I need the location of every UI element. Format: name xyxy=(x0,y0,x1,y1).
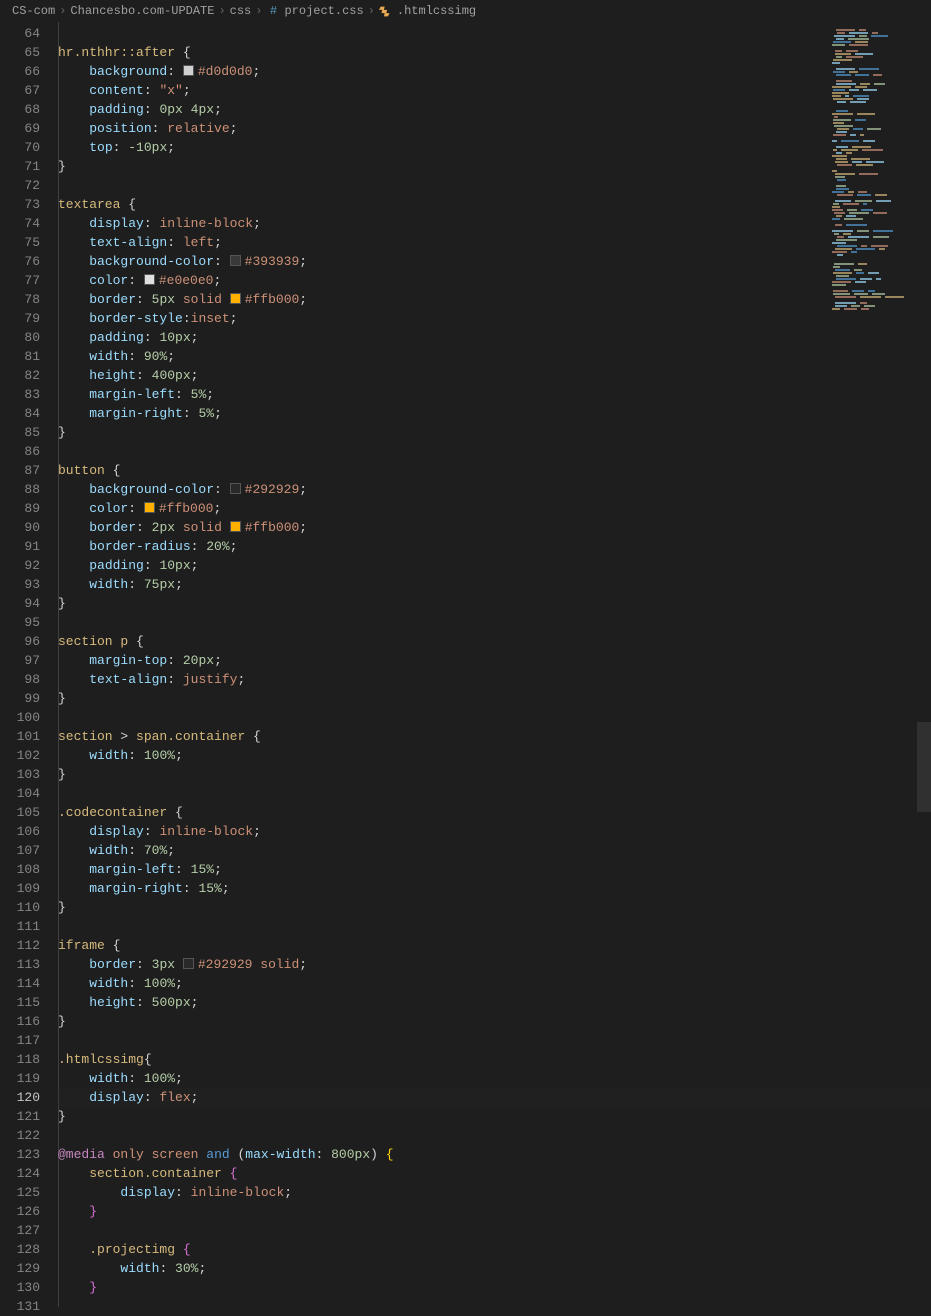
code-line[interactable]: display: inline-block; xyxy=(58,822,931,841)
chevron-right-icon: › xyxy=(368,4,375,18)
code-line[interactable]: width: 90%; xyxy=(58,347,931,366)
code-line[interactable] xyxy=(58,708,931,727)
breadcrumb-seg[interactable]: .htmlcssimg xyxy=(397,4,476,18)
code-line[interactable]: iframe { xyxy=(58,936,931,955)
code-line[interactable]: width: 75px; xyxy=(58,575,931,594)
code-line[interactable]: } xyxy=(58,1107,931,1126)
code-line[interactable]: margin-left: 15%; xyxy=(58,860,931,879)
code-line[interactable] xyxy=(58,24,931,43)
chevron-right-icon: › xyxy=(255,4,262,18)
code-line[interactable]: border: 5px solid #ffb000; xyxy=(58,290,931,309)
code-line[interactable]: display: flex; xyxy=(58,1088,931,1107)
code-line[interactable]: display: inline-block; xyxy=(58,214,931,233)
chevron-right-icon: › xyxy=(59,4,66,18)
code-line[interactable]: margin-right: 5%; xyxy=(58,404,931,423)
code-line[interactable]: padding: 10px; xyxy=(58,556,931,575)
code-line[interactable] xyxy=(58,1126,931,1145)
css-file-icon: # xyxy=(266,4,280,18)
code-line[interactable]: section > span.container { xyxy=(58,727,931,746)
code-line[interactable]: width: 100%; xyxy=(58,1069,931,1088)
code-line[interactable]: .htmlcssimg{ xyxy=(58,1050,931,1069)
code-line[interactable]: padding: 10px; xyxy=(58,328,931,347)
code-line[interactable]: width: 100%; xyxy=(58,974,931,993)
code-line[interactable]: margin-top: 20px; xyxy=(58,651,931,670)
code-line[interactable]: border: 3px #292929 solid; xyxy=(58,955,931,974)
code-line[interactable]: width: 100%; xyxy=(58,746,931,765)
code-line[interactable] xyxy=(58,1031,931,1050)
code-line[interactable]: section p { xyxy=(58,632,931,651)
code-line[interactable]: background-color: #292929; xyxy=(58,480,931,499)
code-line[interactable]: border: 2px solid #ffb000; xyxy=(58,518,931,537)
code-line[interactable]: height: 400px; xyxy=(58,366,931,385)
code-line[interactable]: } xyxy=(58,898,931,917)
code-line[interactable]: textarea { xyxy=(58,195,931,214)
code-line[interactable]: } xyxy=(58,423,931,442)
code-line[interactable]: } xyxy=(58,594,931,613)
code-line[interactable]: padding: 0px 4px; xyxy=(58,100,931,119)
code-line[interactable]: color: #ffb000; xyxy=(58,499,931,518)
breadcrumb[interactable]: CS-com › Chancesbo.com-UPDATE › css › # … xyxy=(0,0,931,22)
code-line[interactable] xyxy=(58,1221,931,1240)
code-line[interactable]: } xyxy=(58,689,931,708)
code-line[interactable]: @media only screen and (max-width: 800px… xyxy=(58,1145,931,1164)
breadcrumb-seg[interactable]: project.css xyxy=(284,4,363,18)
breadcrumb-seg[interactable]: CS-com xyxy=(12,4,55,18)
code-line[interactable]: background-color: #393939; xyxy=(58,252,931,271)
code-line[interactable]: height: 500px; xyxy=(58,993,931,1012)
code-line[interactable]: border-radius: 20%; xyxy=(58,537,931,556)
code-line[interactable]: } xyxy=(58,157,931,176)
code-area[interactable]: hr.nthhr::after { background: #d0d0d0; c… xyxy=(58,22,931,1307)
code-line[interactable] xyxy=(58,442,931,461)
scrollbar-thumb[interactable] xyxy=(917,722,931,812)
code-line[interactable]: button { xyxy=(58,461,931,480)
css-selector-icon xyxy=(379,4,393,18)
code-line[interactable]: hr.nthhr::after { xyxy=(58,43,931,62)
code-line[interactable]: .projectimg { xyxy=(58,1240,931,1259)
code-line[interactable]: .codecontainer { xyxy=(58,803,931,822)
code-line[interactable] xyxy=(58,176,931,195)
code-line[interactable]: content: "x"; xyxy=(58,81,931,100)
breadcrumb-seg[interactable]: css xyxy=(230,4,252,18)
code-line[interactable]: width: 30%; xyxy=(58,1259,931,1278)
code-line[interactable]: text-align: justify; xyxy=(58,670,931,689)
code-line[interactable] xyxy=(58,784,931,803)
code-line[interactable]: } xyxy=(58,1278,931,1297)
code-line[interactable] xyxy=(58,613,931,632)
code-line[interactable]: section.container { xyxy=(58,1164,931,1183)
line-number-gutter: 6465666768697071727374757677787980818283… xyxy=(0,22,58,1307)
code-line[interactable]: border-style:inset; xyxy=(58,309,931,328)
code-line[interactable]: position: relative; xyxy=(58,119,931,138)
code-line[interactable]: margin-right: 15%; xyxy=(58,879,931,898)
editor[interactable]: 6465666768697071727374757677787980818283… xyxy=(0,22,931,1307)
code-line[interactable]: } xyxy=(58,765,931,784)
minimap[interactable] xyxy=(821,22,931,322)
code-line[interactable]: top: -10px; xyxy=(58,138,931,157)
code-line[interactable]: } xyxy=(58,1202,931,1221)
code-line[interactable]: text-align: left; xyxy=(58,233,931,252)
breadcrumb-seg[interactable]: Chancesbo.com-UPDATE xyxy=(70,4,214,18)
code-line[interactable]: color: #e0e0e0; xyxy=(58,271,931,290)
code-line[interactable]: width: 70%; xyxy=(58,841,931,860)
code-line[interactable]: margin-left: 5%; xyxy=(58,385,931,404)
code-line[interactable] xyxy=(58,917,931,936)
code-line[interactable]: display: inline-block; xyxy=(58,1183,931,1202)
vertical-scrollbar[interactable] xyxy=(917,22,931,1307)
code-line[interactable]: background: #d0d0d0; xyxy=(58,62,931,81)
code-line[interactable]: } xyxy=(58,1012,931,1031)
chevron-right-icon: › xyxy=(218,4,225,18)
